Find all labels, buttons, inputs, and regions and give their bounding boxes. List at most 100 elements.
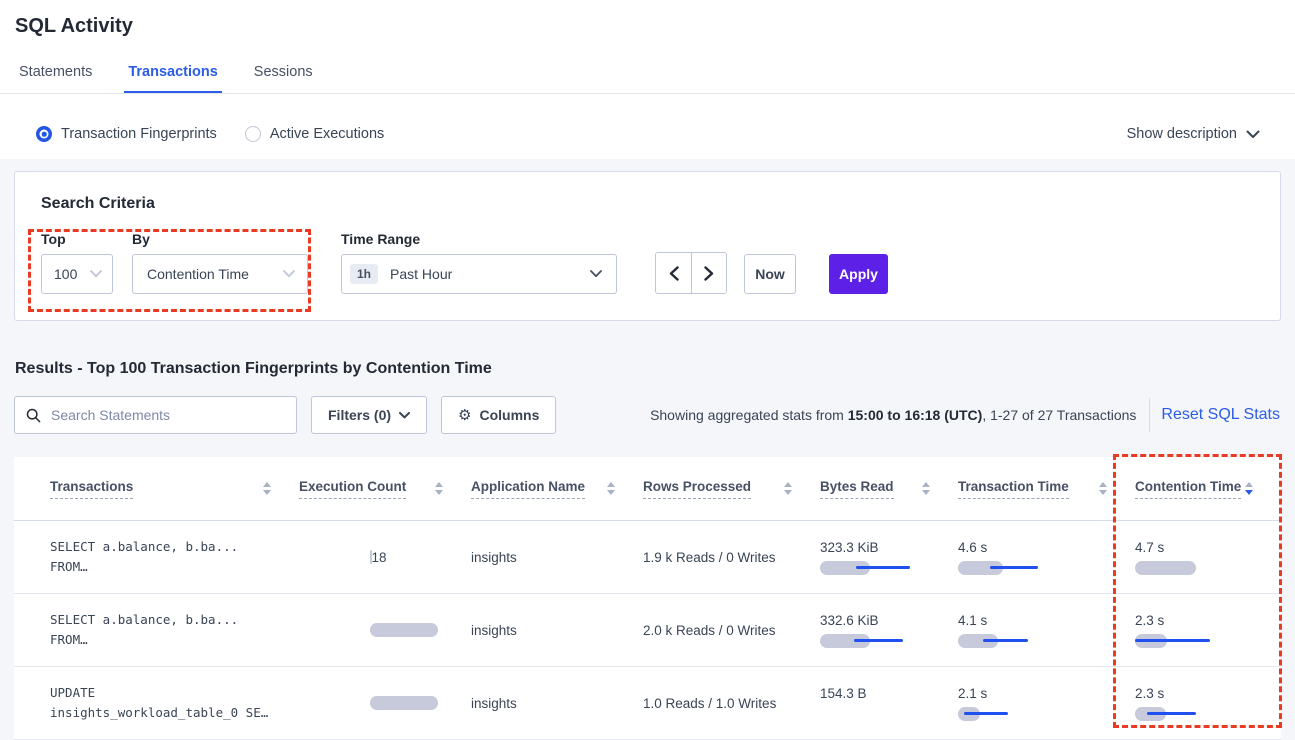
- std-dev-line: [1135, 639, 1210, 642]
- column-header-label: Application Name: [471, 479, 585, 499]
- time-range-value: Past Hour: [390, 266, 452, 282]
- sort-up-arrow: [1099, 482, 1107, 487]
- transaction-fingerprint-cell[interactable]: SELECT a.balance, b.ba...FROM…: [50, 537, 299, 577]
- radio-label: Transaction Fingerprints: [61, 126, 217, 142]
- rows-processed-cell: 2.0 k Reads / 0 Writes: [643, 623, 820, 638]
- transactions-table: Transactions Execution Count Application N…: [14, 457, 1281, 740]
- column-header-application-name[interactable]: Application Name: [471, 479, 643, 499]
- search-criteria-heading: Search Criteria: [41, 195, 1280, 213]
- top-field-label: Top: [41, 231, 113, 247]
- transaction-fingerprint-cell[interactable]: UPDATEinsights_workload_table_0 SE…: [50, 683, 299, 723]
- column-header-label: Execution Count: [299, 479, 406, 499]
- time-range-badge: 1h: [350, 264, 378, 284]
- table-row[interactable]: SELECT a.balance, b.ba...FROM…2kinsights…: [14, 594, 1281, 667]
- contention-time-cell: 2.3 s: [1135, 613, 1281, 648]
- top-select-value: 100: [54, 266, 77, 282]
- table-row[interactable]: SELECT a.balance, b.ba...FROM…18insights…: [14, 521, 1281, 594]
- bytes-read-value: 332.6 KiB: [820, 613, 946, 628]
- sort-icon[interactable]: [263, 482, 271, 495]
- sort-down-arrow: [1099, 490, 1107, 495]
- show-description-label: Show description: [1127, 126, 1237, 142]
- transaction-fingerprint-cell[interactable]: SELECT a.balance, b.ba...FROM…: [50, 610, 299, 650]
- table-body: SELECT a.balance, b.ba...FROM…18insights…: [14, 521, 1281, 740]
- sort-icon[interactable]: [1099, 482, 1107, 495]
- time-range-field: Time Range 1h Past Hour: [341, 231, 617, 294]
- chevron-down-icon: [1246, 130, 1260, 139]
- column-header-transactions[interactable]: Transactions: [50, 479, 299, 499]
- tab-transactions[interactable]: Transactions: [124, 64, 221, 93]
- rows-processed-value: 1.9 k Reads / 0 Writes: [643, 550, 808, 565]
- by-field-label: By: [132, 231, 308, 247]
- now-button[interactable]: Now: [744, 254, 796, 294]
- sort-up-arrow: [784, 482, 792, 487]
- table-row[interactable]: UPDATEinsights_workload_table_0 SE…2kins…: [14, 667, 1281, 740]
- bytes-read-bar: [820, 634, 946, 648]
- column-header-execution-count[interactable]: Execution Count: [299, 479, 471, 499]
- top-select[interactable]: 100: [41, 254, 113, 294]
- transaction-time-value: 4.1 s: [958, 613, 1123, 628]
- execution-count-bar: [370, 623, 450, 637]
- show-description-toggle[interactable]: Show description: [1127, 126, 1260, 142]
- transaction-time-bar: [958, 707, 1123, 721]
- radio-option-transaction-fingerprints[interactable]: Transaction Fingerprints: [36, 126, 217, 142]
- time-prev-button[interactable]: [656, 253, 691, 293]
- distribution-bar: [370, 550, 372, 564]
- search-statements-input[interactable]: [14, 396, 297, 434]
- transaction-time-value: 2.1 s: [958, 686, 1123, 701]
- stats-group: Showing aggregated stats from 15:00 to 1…: [650, 398, 1281, 432]
- results-toolbar: Filters (0) ⚙ Columns Showing aggregated…: [14, 396, 1281, 434]
- application-name-cell: insights: [471, 550, 643, 565]
- results-heading: Results - Top 100 Transaction Fingerprin…: [15, 360, 1295, 378]
- contention-time-value: 2.3 s: [1135, 613, 1269, 628]
- columns-button-label: Columns: [479, 407, 539, 423]
- sort-icon[interactable]: [922, 482, 930, 495]
- column-header-bytes-read[interactable]: Bytes Read: [820, 479, 958, 499]
- columns-button[interactable]: ⚙ Columns: [441, 396, 556, 434]
- filters-button[interactable]: Filters (0): [311, 396, 427, 434]
- by-select-value: Contention Time: [147, 266, 249, 282]
- std-dev-line: [983, 639, 1028, 642]
- sort-down-arrow: [263, 490, 271, 495]
- execution-count-cell: 2k: [299, 696, 471, 711]
- contention-time-cell: 2.3 s: [1135, 686, 1281, 721]
- distribution-bar: [1135, 561, 1196, 575]
- transaction-time-cell: 2.1 s: [958, 686, 1135, 721]
- application-name-value: insights: [471, 623, 631, 638]
- sort-icon[interactable]: [607, 482, 615, 495]
- view-toggle-options: Transaction Fingerprints Active Execution…: [36, 126, 412, 142]
- contention-time-bar: [1135, 634, 1269, 648]
- sort-icon[interactable]: [1245, 482, 1253, 495]
- time-nav-group: [655, 252, 727, 294]
- tab-statements[interactable]: Statements: [15, 64, 96, 93]
- sort-icon[interactable]: [435, 482, 443, 495]
- rows-processed-value: 2.0 k Reads / 0 Writes: [643, 623, 808, 638]
- sql-line: SELECT a.balance, b.ba...: [50, 537, 287, 557]
- search-criteria-card: Search Criteria Top 100 By Contention Ti…: [14, 171, 1281, 321]
- sort-down-arrow: [435, 490, 443, 495]
- chevron-down-icon: [590, 270, 602, 278]
- transaction-time-bar: [958, 634, 1123, 648]
- column-header-label: Transactions: [50, 479, 133, 499]
- transaction-time-value: 4.6 s: [958, 540, 1123, 555]
- by-select[interactable]: Contention Time: [132, 254, 308, 294]
- execution-count-cell: 2k: [299, 623, 471, 638]
- aggregated-stats-text: Showing aggregated stats from 15:00 to 1…: [650, 407, 1136, 423]
- search-icon: [26, 408, 41, 423]
- column-header-rows-processed[interactable]: Rows Processed: [643, 479, 820, 499]
- column-header-transaction-time[interactable]: Transaction Time: [958, 479, 1135, 499]
- std-dev-line: [856, 566, 910, 569]
- sort-up-arrow: [263, 482, 271, 487]
- application-name-cell: insights: [471, 696, 643, 711]
- reset-sql-stats-link[interactable]: Reset SQL Stats: [1161, 406, 1281, 424]
- sql-line: FROM…: [50, 557, 287, 577]
- time-next-button[interactable]: [691, 253, 726, 293]
- std-dev-line: [964, 712, 1008, 715]
- time-range-select[interactable]: 1h Past Hour: [341, 254, 617, 294]
- transaction-time-bar: [958, 561, 1123, 575]
- column-header-contention-time[interactable]: Contention Time: [1135, 479, 1281, 499]
- tab-sessions[interactable]: Sessions: [250, 64, 317, 93]
- table-header-row: Transactions Execution Count Application N…: [14, 457, 1281, 521]
- radio-option-active-executions[interactable]: Active Executions: [245, 126, 384, 142]
- apply-button[interactable]: Apply: [829, 254, 888, 294]
- sort-icon[interactable]: [784, 482, 792, 495]
